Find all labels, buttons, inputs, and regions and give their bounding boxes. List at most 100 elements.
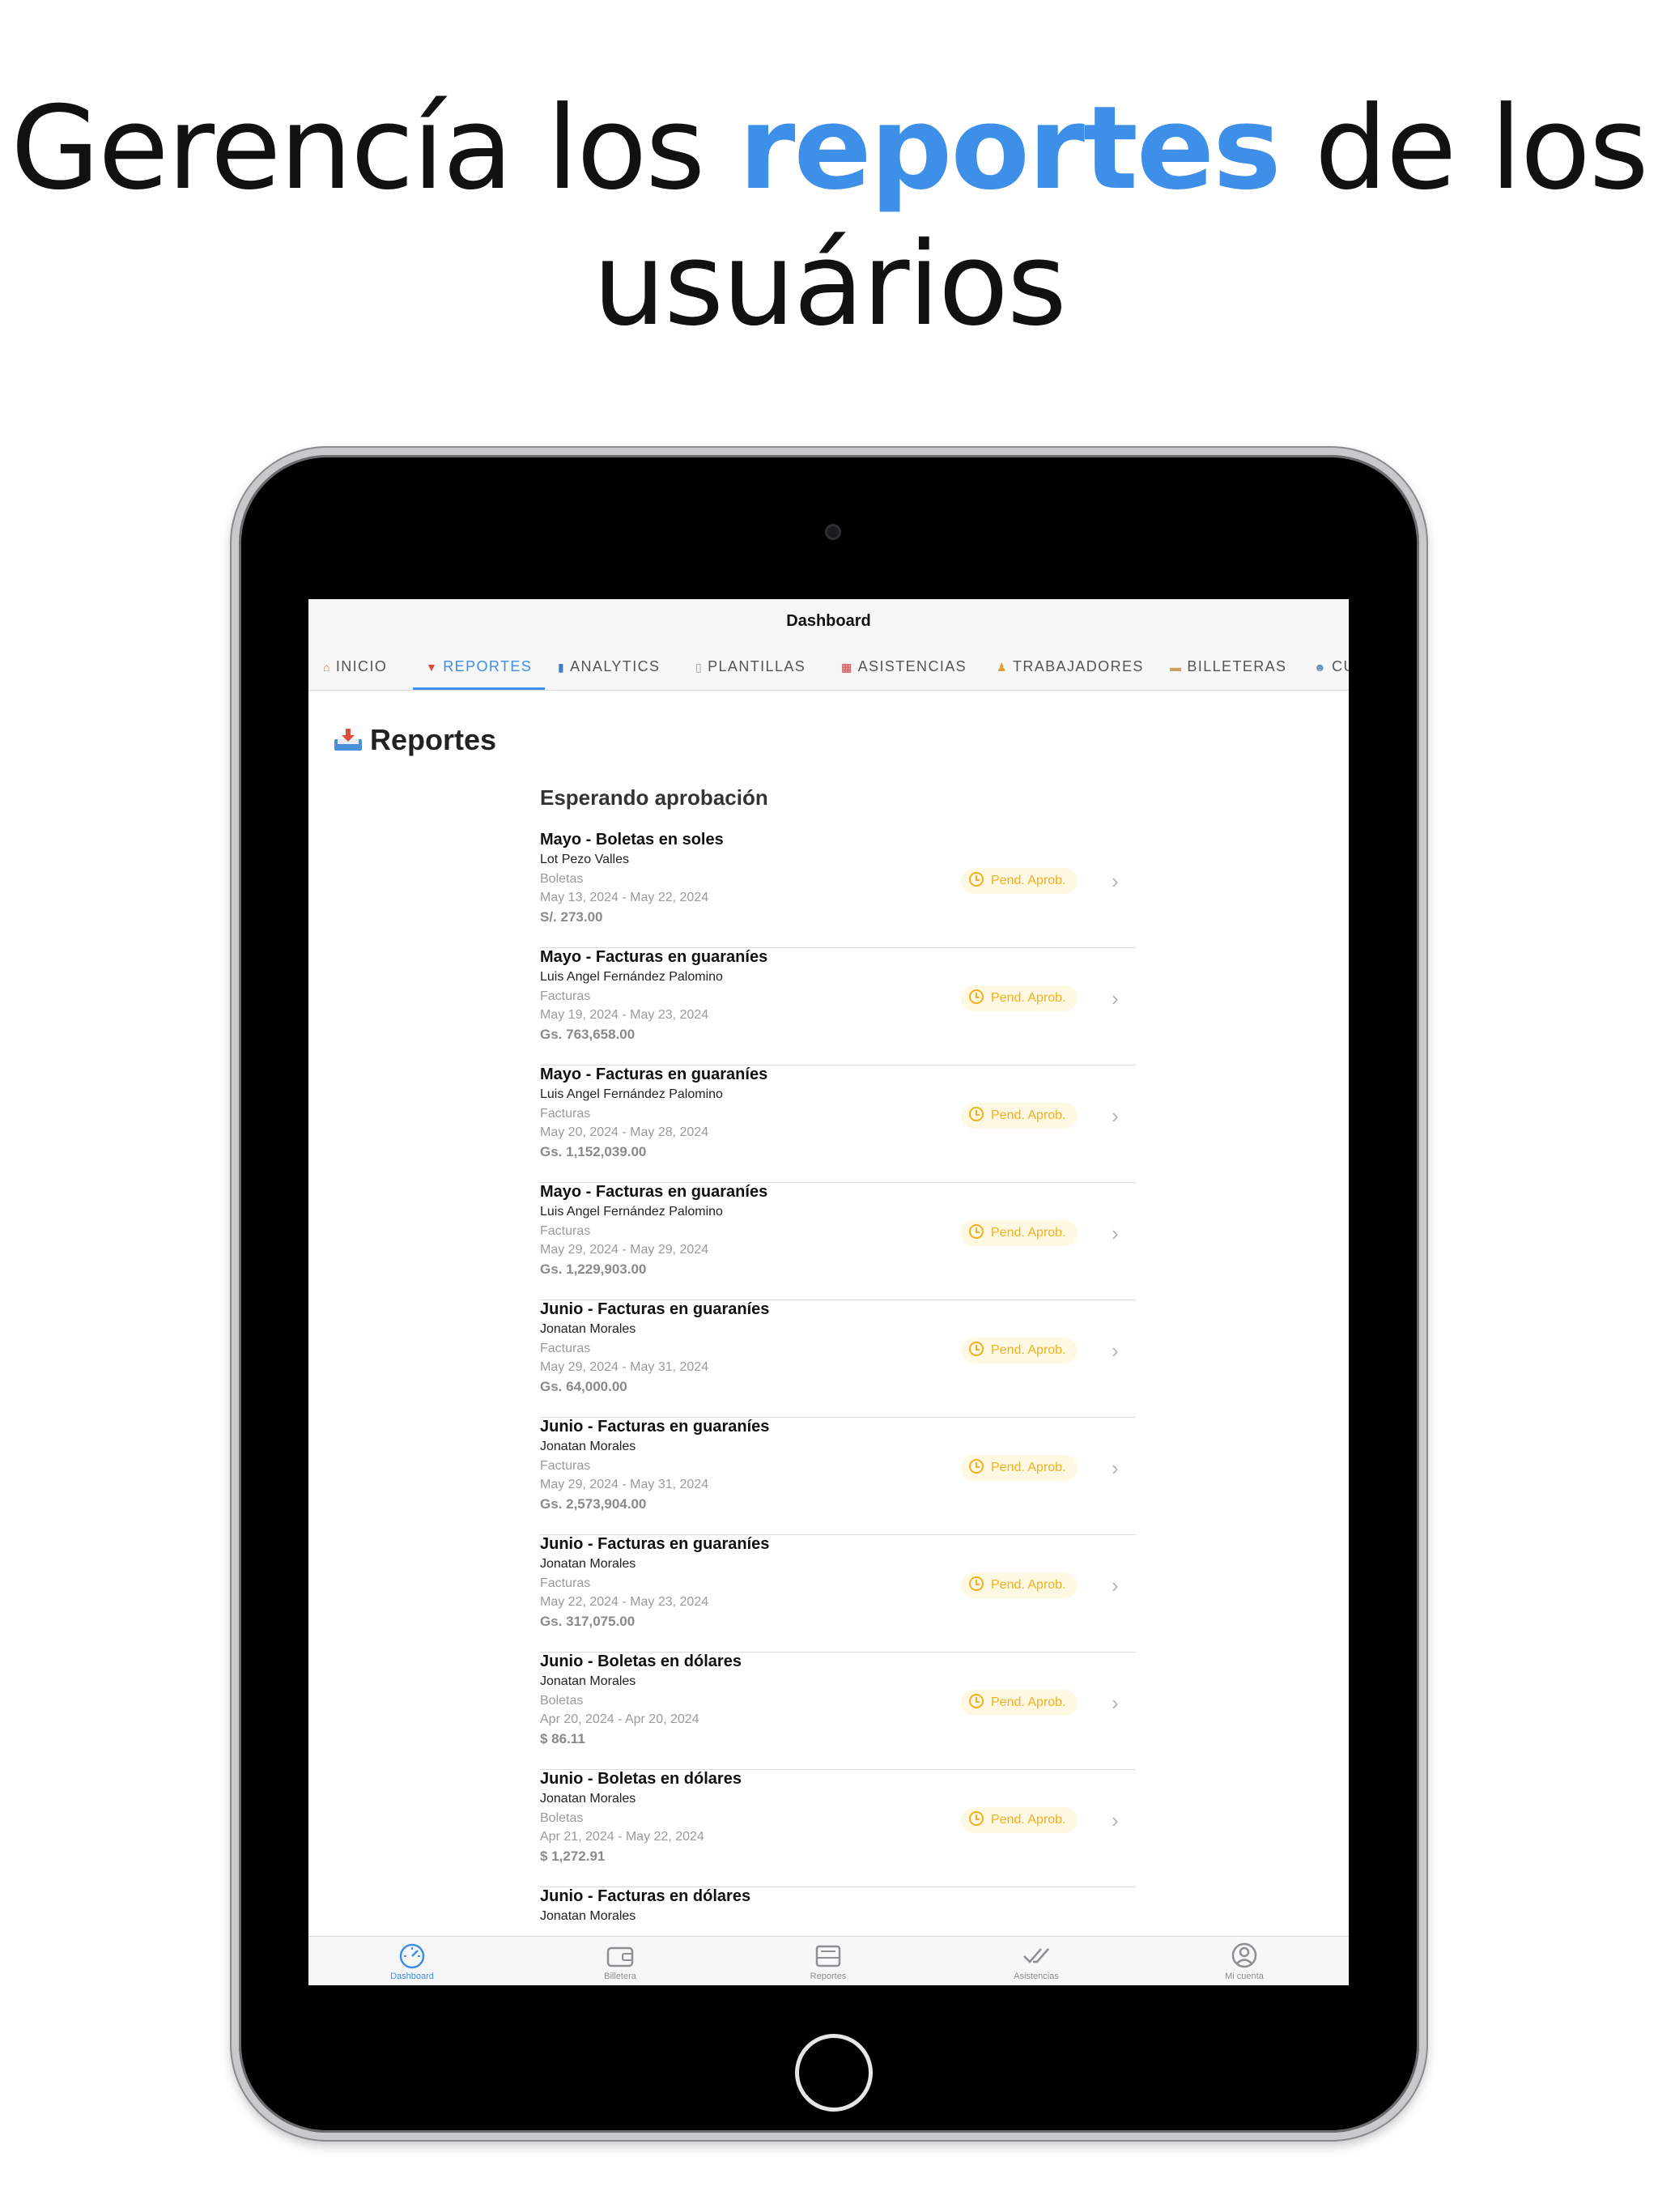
bottom-tab-label: Asistencias [1014, 1972, 1059, 1981]
tab-label: ASISTENCIAS [857, 658, 967, 674]
chevron-right-icon: › [1112, 986, 1119, 1010]
report-dates: May 13, 2024 - May 22, 2024 [540, 891, 709, 904]
status-label: Pend. Aprob. [991, 1343, 1066, 1357]
tab-label: TRABAJADORES [1012, 658, 1144, 674]
chevron-right-icon: › [1112, 869, 1119, 893]
report-title: Mayo - Facturas en guaraníes [540, 1066, 768, 1083]
report-title: Mayo - Facturas en guaraníes [540, 1183, 768, 1201]
report-type: Facturas [540, 1576, 591, 1590]
speedometer-icon [399, 1943, 425, 1969]
home-button[interactable] [795, 2034, 873, 2112]
report-amount: Gs. 64,000.00 [540, 1379, 627, 1394]
report-amount: $ 86.11 [540, 1731, 585, 1746]
chevron-right-icon: › [1112, 1221, 1119, 1245]
report-amount: Gs. 763,658.00 [540, 1027, 636, 1042]
tab-cuentas[interactable]: ☻ CU [1314, 643, 1349, 690]
bottom-tab-label: Billetera [604, 1972, 636, 1981]
status-badge: Pend. Aprob. [961, 985, 1078, 1011]
clock-icon [969, 1224, 984, 1239]
status-label: Pend. Aprob. [991, 1461, 1066, 1474]
tab-asistencias[interactable]: ▦ ASISTENCIAS [841, 643, 967, 690]
tablet-device: Dashboard ⌂ INICIO ▼ REPORTES ▮ ANALYTICS ▯… [232, 448, 1426, 2140]
report-dates: May 22, 2024 - May 23, 2024 [540, 1595, 709, 1609]
calendar-icon: ▦ [841, 661, 853, 674]
report-user: Jonatan Morales [540, 1674, 636, 1688]
headline-text-before: Gerencía los [11, 82, 739, 215]
app-screen: Dashboard ⌂ INICIO ▼ REPORTES ▮ ANALYTICS ▯… [308, 599, 1349, 1985]
report-amount: Gs. 1,152,039.00 [540, 1144, 647, 1159]
nav-title: Dashboard [786, 612, 871, 630]
clock-icon [969, 1576, 984, 1591]
bottom-tab-billetera[interactable]: Billetera [559, 1942, 681, 1981]
chevron-right-icon: › [1112, 1691, 1119, 1715]
report-title: Mayo - Facturas en guaraníes [540, 948, 768, 966]
tab-inicio[interactable]: ⌂ INICIO [323, 643, 387, 690]
tab-analytics[interactable]: ▮ ANALYTICS [558, 643, 660, 690]
clock-icon [969, 1107, 984, 1121]
report-user: Lot Pezo Valles [540, 853, 629, 866]
report-row[interactable]: Junio - Boletas en dólares Jonatan Moral… [540, 1770, 1136, 1887]
status-label: Pend. Aprob. [991, 1695, 1066, 1709]
report-row[interactable]: Mayo - Facturas en guaraníes Luis Angel … [540, 1183, 1136, 1300]
report-dates: May 29, 2024 - May 29, 2024 [540, 1243, 709, 1257]
bottom-tab-reportes[interactable]: Reportes [767, 1942, 889, 1981]
clock-icon [969, 989, 984, 1004]
bottom-tab-label: Dashboard [390, 1972, 434, 1981]
status-badge: Pend. Aprob. [961, 1690, 1078, 1716]
tab-label: REPORTES [443, 658, 533, 674]
chevron-right-icon: › [1112, 1573, 1119, 1597]
report-dates: Apr 20, 2024 - Apr 20, 2024 [540, 1712, 699, 1726]
report-user: Jonatan Morales [540, 1909, 636, 1923]
bottom-tab-bar: Dashboard Billetera Reportes Asistencias… [308, 1936, 1349, 1985]
status-badge: Pend. Aprob. [961, 868, 1078, 894]
report-title: Junio - Boletas en dólares [540, 1653, 742, 1670]
status-badge: Pend. Aprob. [961, 1572, 1078, 1598]
report-user: Luis Angel Fernández Palomino [540, 970, 723, 984]
report-row[interactable]: Mayo - Facturas en guaraníes Luis Angel … [540, 948, 1136, 1066]
report-amount: Gs. 2,573,904.00 [540, 1496, 647, 1512]
headline-accent: reportes [738, 82, 1281, 215]
bottom-tab-mi-cuenta[interactable]: Mi cuenta [1184, 1942, 1305, 1981]
person-circle-icon [1231, 1942, 1257, 1968]
report-row[interactable]: Junio - Facturas en guaraníes Jonatan Mo… [540, 1535, 1136, 1653]
tab-trabajadores[interactable]: ♟ TRABAJADORES [997, 643, 1144, 690]
tab-plantillas[interactable]: ▯ PLANTILLAS [695, 643, 806, 690]
report-dates: May 20, 2024 - May 28, 2024 [540, 1125, 709, 1139]
report-user: Jonatan Morales [540, 1557, 636, 1571]
chevron-right-icon: › [1112, 1808, 1119, 1832]
tab-label: INICIO [335, 658, 388, 674]
report-title: Junio - Facturas en guaraníes [540, 1535, 770, 1553]
status-badge: Pend. Aprob. [961, 1807, 1078, 1833]
house-icon: ⌂ [323, 661, 331, 674]
report-row[interactable]: Junio - Facturas en guaraníes Jonatan Mo… [540, 1418, 1136, 1535]
bottom-tab-asistencias[interactable]: Asistencias [976, 1942, 1097, 1981]
report-row[interactable]: Junio - Boletas en dólares Jonatan Moral… [540, 1653, 1136, 1770]
bottom-tab-label: Mi cuenta [1225, 1972, 1264, 1981]
report-amount: $ 1,272.91 [540, 1848, 606, 1864]
report-type: Boletas [540, 1811, 584, 1825]
camera-icon [825, 524, 841, 540]
report-user: Luis Angel Fernández Palomino [540, 1205, 723, 1219]
chevron-right-icon: › [1112, 1338, 1119, 1363]
report-user: Jonatan Morales [540, 1322, 636, 1336]
status-label: Pend. Aprob. [991, 991, 1066, 1005]
report-row[interactable]: Mayo - Facturas en guaraníes Luis Angel … [540, 1066, 1136, 1183]
clock-icon [969, 872, 984, 887]
status-label: Pend. Aprob. [991, 1108, 1066, 1122]
tab-reportes[interactable]: ▼ REPORTES [412, 643, 546, 690]
bottom-tab-dashboard[interactable]: Dashboard [351, 1942, 473, 1981]
tab-billeteras[interactable]: ▬ BILLETERAS [1170, 643, 1286, 690]
report-row[interactable]: Junio - Facturas en guaraníes Jonatan Mo… [540, 1300, 1136, 1418]
reports-list: Mayo - Boletas en soles Lot Pezo Valles … [540, 831, 1136, 1985]
wallet-icon [606, 1946, 634, 1967]
report-type: Boletas [540, 872, 584, 886]
bar-chart-icon: ▮ [558, 661, 566, 674]
status-badge: Pend. Aprob. [961, 1103, 1078, 1129]
bottom-tab-label: Reportes [810, 1972, 847, 1981]
report-type: Facturas [540, 1342, 591, 1355]
report-user: Jonatan Morales [540, 1792, 636, 1806]
report-row[interactable]: Mayo - Boletas en soles Lot Pezo Valles … [540, 831, 1136, 948]
report-title: Junio - Facturas en guaraníes [540, 1300, 770, 1318]
inbox-icon [334, 729, 362, 751]
report-title: Junio - Facturas en dólares [540, 1887, 751, 1905]
